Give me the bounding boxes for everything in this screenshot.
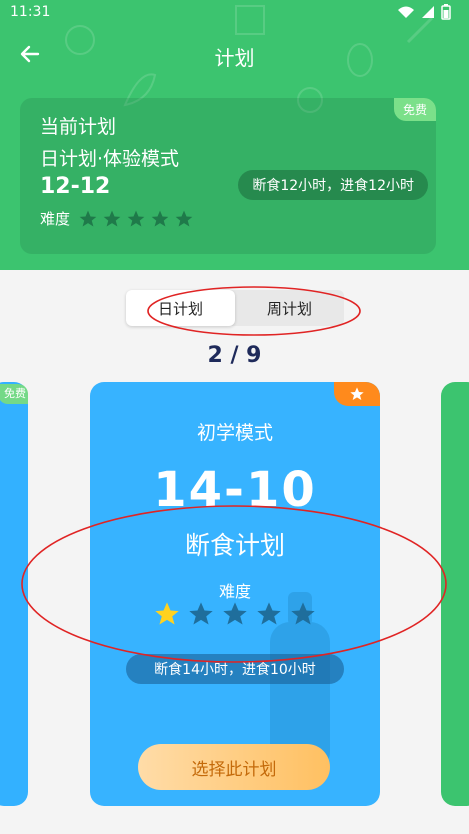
star-icon: [151, 210, 169, 226]
page-title: 计划: [214, 46, 255, 70]
plan-card: 初学模式 14-10 断食计划 难度 断食14小时，进食10小时 选择此计划: [90, 382, 380, 806]
next-plan-card[interactable]: [441, 382, 469, 806]
plan-type-toggle: 日计划 周计划: [126, 290, 344, 326]
status-bar: 11:31: [0, 0, 469, 26]
previous-plan-card[interactable]: [0, 382, 28, 806]
star-icon: [127, 210, 145, 226]
plan-difficulty-stars: [90, 600, 380, 628]
featured-badge: [334, 382, 380, 406]
difficulty-stars: [78, 209, 194, 229]
star-icon: [79, 210, 97, 226]
select-plan-button[interactable]: 选择此计划: [138, 744, 330, 790]
star-icon: [103, 210, 121, 226]
current-plan-difficulty: 难度: [40, 208, 194, 229]
star-icon: [291, 602, 315, 625]
current-plan-label: 当前计划: [40, 116, 117, 138]
wifi-icon: [398, 6, 414, 18]
star-icon: [223, 602, 247, 625]
tab-daily-plan[interactable]: 日计划: [126, 290, 235, 326]
star-icon: [189, 602, 213, 625]
plan-time-ratio: 14-10: [153, 462, 317, 518]
current-plan-description: 断食12小时，进食12小时: [238, 170, 428, 200]
plan-difficulty-label: 难度: [218, 582, 251, 601]
tab-weekly-plan[interactable]: 周计划: [235, 290, 344, 326]
star-icon: [155, 602, 179, 625]
difficulty-label: 难度: [40, 210, 71, 228]
plan-name: 断食计划: [184, 531, 285, 560]
current-plan-name: 日计划·体验模式: [40, 148, 180, 170]
signal-icon: [422, 6, 434, 18]
status-time: 11:31: [10, 4, 51, 20]
star-icon: [175, 210, 193, 226]
battery-icon: [441, 4, 451, 20]
plan-mode: 初学模式: [196, 422, 273, 444]
plan-description: 断食14小时，进食10小时: [126, 654, 344, 684]
star-icon: [257, 602, 281, 625]
previous-card-free-badge: 免费: [0, 384, 28, 404]
star-icon: [350, 387, 364, 400]
carousel-counter: 2 / 9: [207, 343, 262, 368]
status-icons: [397, 4, 451, 20]
current-plan-card: 免费 当前计划 日计划·体验模式 12-12 难度 断食12小时，进食12小时: [20, 98, 436, 254]
current-plan-time-ratio: 12-12: [40, 174, 111, 199]
free-badge: 免费: [393, 98, 436, 121]
